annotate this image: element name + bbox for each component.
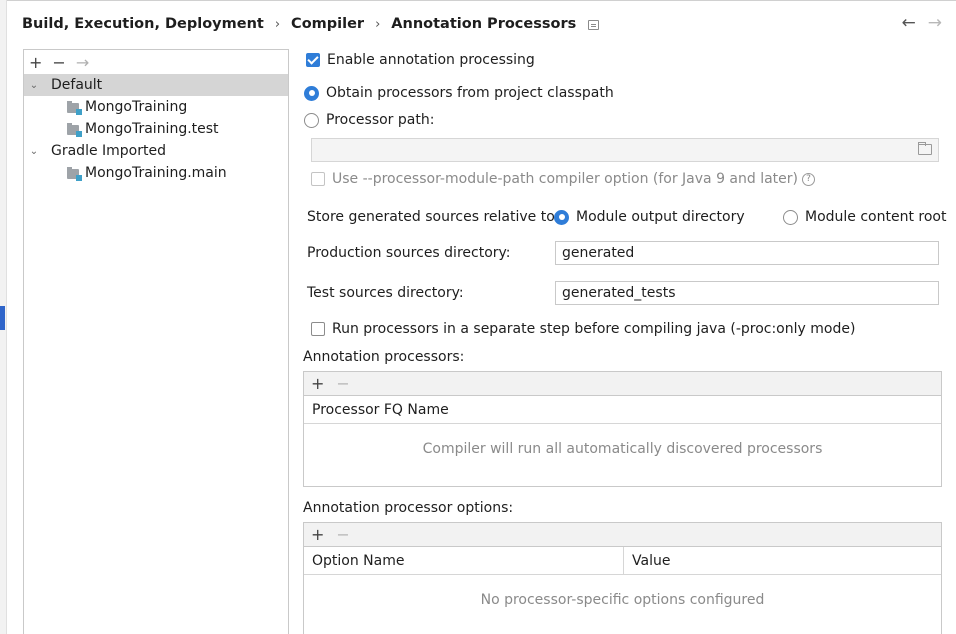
tree-item-label: MongoTraining: [85, 99, 188, 115]
tree-item-gradle-imported[interactable]: ⌄ Gradle Imported: [24, 140, 288, 162]
column-value[interactable]: Value: [624, 547, 670, 574]
annotation-processors-header: Processor FQ Name: [304, 396, 941, 424]
profile-tree-panel: + − → ⌄ Default MongoTraining MongoTrain…: [23, 49, 289, 634]
tree-item-default[interactable]: ⌄ Default: [24, 74, 288, 96]
processor-path-radio[interactable]: [304, 112, 319, 128]
separate-step-row[interactable]: Run processors in a separate step before…: [311, 321, 855, 337]
settings-selection-marker: [0, 306, 5, 330]
breadcrumb-item-build[interactable]: Build, Execution, Deployment: [22, 16, 264, 32]
annotation-processor-settings: Enable annotation processing Obtain proc…: [303, 47, 956, 634]
module-content-root-option[interactable]: Module content root: [783, 209, 946, 225]
module-output-label[interactable]: Module output directory: [576, 209, 745, 225]
processor-path-field[interactable]: [311, 138, 939, 162]
enable-processing-row[interactable]: Enable annotation processing: [306, 52, 535, 68]
breadcrumb-item-compiler[interactable]: Compiler: [291, 16, 364, 32]
test-dir-input[interactable]: generated_tests: [555, 281, 939, 305]
processor-options-table: + − Option Name Value No processor-speci…: [303, 522, 942, 634]
column-option-name[interactable]: Option Name: [304, 547, 624, 574]
processor-options-toolbar: + −: [304, 523, 941, 547]
project-level-icon: [588, 20, 600, 30]
processor-path-row[interactable]: Processor path:: [304, 112, 434, 128]
remove-processor-icon[interactable]: −: [336, 374, 349, 393]
production-dir-row: Production sources directory:: [307, 245, 511, 261]
annotation-processors-empty-text: Compiler will run all automatically disc…: [422, 441, 823, 457]
production-dir-label: Production sources directory:: [307, 245, 511, 261]
separate-step-label[interactable]: Run processors in a separate step before…: [332, 321, 855, 337]
left-settings-strip: [0, 0, 7, 634]
processor-options-header: Option Name Value: [304, 547, 941, 575]
breadcrumb: Build, Execution, Deployment › Compiler …: [22, 16, 600, 32]
store-generated-label: Store generated sources relative to:: [307, 209, 560, 225]
breadcrumb-item-annotation-processors: Annotation Processors: [391, 16, 577, 32]
production-dir-input[interactable]: generated: [555, 241, 939, 265]
obtain-from-classpath-radio[interactable]: [304, 85, 319, 101]
breadcrumb-separator: ›: [274, 16, 281, 32]
add-profile-icon[interactable]: +: [29, 53, 42, 72]
module-icon: [67, 122, 82, 137]
help-icon[interactable]: ?: [802, 172, 816, 186]
obtain-from-classpath-label[interactable]: Obtain processors from project classpath: [326, 85, 614, 101]
chevron-down-icon[interactable]: ⌄: [27, 146, 41, 157]
remove-option-icon[interactable]: −: [336, 525, 349, 544]
test-dir-label: Test sources directory:: [307, 285, 464, 301]
test-dir-row: Test sources directory:: [307, 285, 464, 301]
forward-arrow-icon[interactable]: →: [928, 13, 942, 33]
navigation-arrows: ← →: [902, 13, 943, 33]
annotation-processors-toolbar: + −: [304, 372, 941, 396]
module-icon: [67, 100, 82, 115]
enable-processing-checkbox[interactable]: [306, 53, 320, 67]
remove-profile-icon[interactable]: −: [52, 53, 65, 72]
processor-module-path-row[interactable]: Use --processor-module-path compiler opt…: [311, 171, 816, 187]
browse-folder-icon[interactable]: [918, 142, 932, 155]
tree-item-label: MongoTraining.test: [85, 121, 219, 137]
chevron-down-icon[interactable]: ⌄: [27, 80, 41, 91]
tree-item-label: Default: [51, 77, 103, 93]
tree-item-label: Gradle Imported: [51, 143, 166, 159]
separate-step-checkbox[interactable]: [311, 322, 325, 336]
back-arrow-icon[interactable]: ←: [902, 13, 916, 33]
tree-item-mongotraining[interactable]: MongoTraining: [24, 96, 288, 118]
processor-path-label[interactable]: Processor path:: [326, 112, 434, 128]
tree-toolbar: + − →: [24, 50, 288, 74]
tree-item-label: MongoTraining.main: [85, 165, 227, 181]
header: Build, Execution, Deployment › Compiler …: [7, 0, 956, 47]
move-to-profile-icon[interactable]: →: [76, 53, 89, 72]
module-content-root-radio[interactable]: [783, 209, 798, 225]
module-content-root-label[interactable]: Module content root: [805, 209, 946, 225]
module-output-option[interactable]: Module output directory: [554, 209, 745, 225]
annotation-processors-table: + − Processor FQ Name Compiler will run …: [303, 371, 942, 487]
column-processor-fq-name[interactable]: Processor FQ Name: [304, 396, 941, 423]
processor-module-path-label[interactable]: Use --processor-module-path compiler opt…: [332, 171, 798, 187]
processor-options-empty-text: No processor-specific options configured: [480, 592, 765, 608]
module-icon: [67, 166, 82, 181]
add-processor-icon[interactable]: +: [311, 374, 324, 393]
tree-item-mongotraining-main[interactable]: MongoTraining.main: [24, 162, 288, 184]
add-option-icon[interactable]: +: [311, 525, 324, 544]
obtain-from-classpath-row[interactable]: Obtain processors from project classpath: [304, 85, 614, 101]
annotation-processors-label: Annotation processors:: [303, 349, 465, 365]
enable-processing-label[interactable]: Enable annotation processing: [327, 52, 535, 68]
breadcrumb-separator: ›: [375, 16, 381, 32]
tree-item-mongotraining-test[interactable]: MongoTraining.test: [24, 118, 288, 140]
store-generated-row: Store generated sources relative to:: [307, 209, 559, 225]
processor-module-path-checkbox[interactable]: [311, 172, 325, 186]
module-output-radio[interactable]: [554, 209, 569, 225]
processor-options-label: Annotation processor options:: [303, 500, 514, 516]
